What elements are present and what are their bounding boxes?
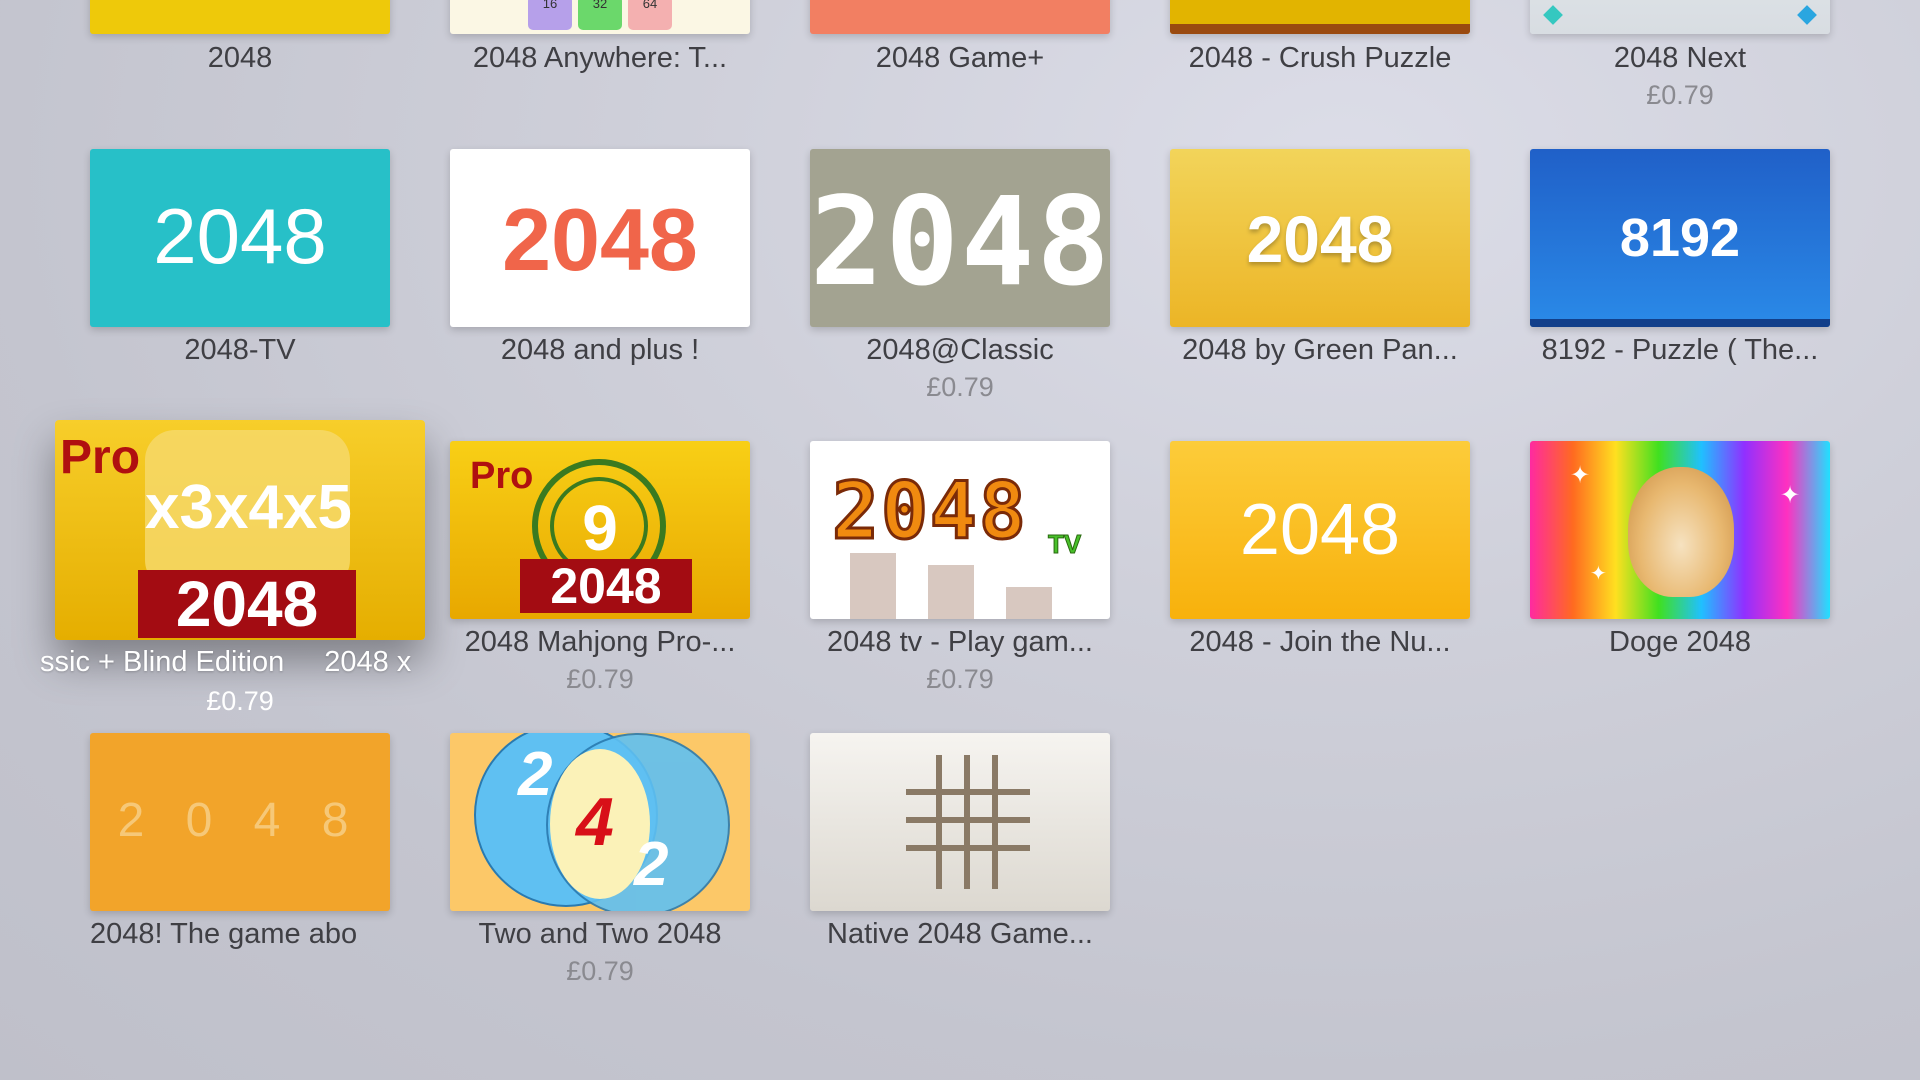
pro-badge: Pro bbox=[60, 431, 141, 484]
app-title: 2048 Next bbox=[1613, 42, 1747, 74]
icon-text: 2048 bbox=[810, 171, 1110, 313]
app-title: 2048 Game+ bbox=[875, 42, 1045, 74]
app-title: 2048 Mahjong Pro-... bbox=[464, 626, 736, 658]
app-title: 2048-TV bbox=[184, 334, 296, 366]
building-icon bbox=[850, 553, 896, 619]
icon-text: 2048 bbox=[502, 190, 698, 289]
app-title: 2048 - Crush Puzzle bbox=[1188, 42, 1452, 74]
app-tile-2048-tv-play[interactable]: 2048 TV bbox=[810, 441, 1110, 619]
icon-text-banner: 2048 bbox=[520, 559, 692, 613]
app-title: 2048 tv - Play gam... bbox=[827, 626, 1093, 658]
sparkle-icon: ✦ bbox=[1590, 563, 1607, 585]
app-tile-8192-puzzle[interactable]: 8192 bbox=[1530, 149, 1830, 327]
building-icon bbox=[1006, 587, 1052, 619]
app-tile-2048-green-panda[interactable]: 2048 bbox=[1170, 149, 1470, 327]
app-tile-2048[interactable] bbox=[90, 0, 390, 34]
app-price: £0.79 bbox=[1646, 80, 1714, 110]
sparkle-icon: ✦ bbox=[1570, 462, 1591, 489]
app-title: 2048 - Join the Nu... bbox=[1189, 626, 1451, 658]
app-tile-2048-join-numbers[interactable]: 2048 bbox=[1170, 441, 1470, 619]
icon-sizes-text: x3x4x5 bbox=[145, 473, 352, 542]
app-title-scrolling: ssic + Blind Edition 2048 x bbox=[40, 646, 412, 678]
number-tile-32: 32 bbox=[578, 0, 622, 30]
gem-icon bbox=[1543, 5, 1563, 25]
icon-text: 2048 bbox=[1246, 202, 1394, 276]
app-title: Two and Two 2048 bbox=[478, 918, 722, 950]
gem-icon bbox=[1797, 5, 1817, 25]
app-title: Doge 2048 bbox=[1609, 626, 1751, 658]
icon-text: 8192 bbox=[1619, 208, 1741, 268]
app-price: £0.79 bbox=[206, 686, 274, 716]
app-title: 2048 Anywhere: T... bbox=[472, 42, 728, 74]
app-tile-2048-tv[interactable]: 2048 bbox=[90, 149, 390, 327]
app-tile-2048-next[interactable] bbox=[1530, 0, 1830, 34]
app-title: 2048@Classic bbox=[866, 334, 1054, 366]
icon-digit: 2 bbox=[518, 740, 553, 809]
icon-text: 2 0 4 8 bbox=[117, 794, 363, 847]
app-tile-2048-mahjong-pro[interactable]: Pro 9 2048 bbox=[450, 441, 750, 619]
app-tile-2048-crush-puzzle[interactable] bbox=[1170, 0, 1470, 34]
grid-icon bbox=[906, 755, 1030, 889]
icon-text-banner: 2048 bbox=[138, 570, 356, 638]
icon-digit: 4 bbox=[576, 784, 614, 860]
icon-number: 9 bbox=[582, 492, 618, 564]
sparkle-icon: ✦ bbox=[1780, 482, 1801, 509]
app-tile-native-2048-game[interactable] bbox=[810, 733, 1110, 911]
app-tile-2048-game-plus[interactable] bbox=[810, 0, 1110, 34]
tile-bottom-bar bbox=[1170, 24, 1470, 34]
app-price: £0.79 bbox=[566, 956, 634, 986]
doge-face-icon bbox=[1628, 467, 1734, 597]
number-tile-16: 16 bbox=[528, 0, 572, 30]
icon-text: 2048 bbox=[831, 466, 1028, 559]
app-title: 2048! The game abo bbox=[90, 918, 358, 950]
icon-text: 2048 bbox=[153, 192, 327, 280]
app-tile-2048-and-plus[interactable]: 2048 bbox=[450, 149, 750, 327]
icon-digit: 2 bbox=[634, 830, 669, 899]
app-price: £0.79 bbox=[566, 664, 634, 694]
app-tile-2048-classic[interactable]: 2048 bbox=[810, 149, 1110, 327]
app-tile-doge-2048[interactable]: ✦ ✦ ✦ bbox=[1530, 441, 1830, 619]
app-title: 2048 bbox=[207, 42, 273, 74]
app-tile-two-and-two-2048[interactable]: 2 4 2 bbox=[450, 733, 750, 911]
app-title: 2048 and plus ! bbox=[500, 334, 700, 366]
app-price: £0.79 bbox=[926, 664, 994, 694]
icon-text: 2048 bbox=[1239, 490, 1401, 570]
tile-bottom-bar bbox=[1530, 319, 1830, 327]
icon-sub-text: TV bbox=[1047, 529, 1082, 560]
app-title: Native 2048 Game... bbox=[827, 918, 1093, 950]
app-tile-2048-x3x4x5-focused[interactable]: Pro x3x4x5 2048 bbox=[55, 420, 425, 640]
app-price: £0.79 bbox=[926, 372, 994, 402]
app-title: 2048 by Green Pan... bbox=[1182, 334, 1458, 366]
app-tile-2048-anywhere[interactable]: 16 32 64 bbox=[450, 0, 750, 34]
app-title: 8192 - Puzzle ( The... bbox=[1541, 334, 1819, 366]
app-tile-2048-the-game[interactable]: 2 0 4 8 bbox=[90, 733, 390, 911]
building-icon bbox=[928, 565, 974, 619]
number-tile-64: 64 bbox=[628, 0, 672, 30]
